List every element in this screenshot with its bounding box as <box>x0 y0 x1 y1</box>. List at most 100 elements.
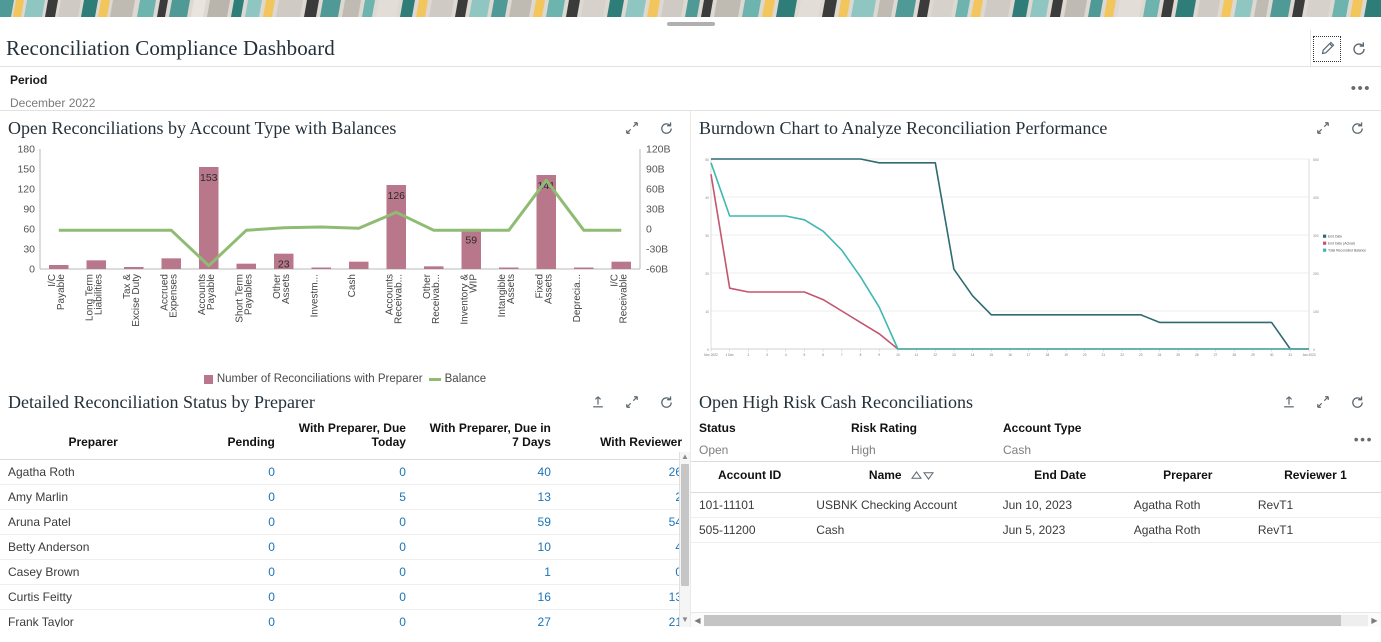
cell-preparer[interactable]: Agatha Roth <box>1125 492 1250 518</box>
preparer-table-header-row: Preparer Pending With Preparer, Due Toda… <box>0 415 690 460</box>
col-due-today[interactable]: With Preparer, Due Today <box>282 415 414 460</box>
expand-icon[interactable] <box>1307 387 1339 417</box>
col-reviewer-1[interactable]: Reviewer 1 <box>1249 462 1381 493</box>
cell-with-reviewer[interactable]: 54 <box>558 509 690 535</box>
pencil-icon[interactable] <box>1311 34 1343 64</box>
drag-handle-icon[interactable] <box>666 22 715 26</box>
cell-with-reviewer[interactable]: 2 <box>558 484 690 510</box>
refresh-icon[interactable] <box>1341 387 1373 417</box>
col-name[interactable]: Name <box>808 462 995 493</box>
scrollbar-track[interactable] <box>704 614 1368 626</box>
cell-due-7days[interactable]: 1 <box>413 559 559 585</box>
high-risk-horizontal-scrollbar[interactable]: ◀ ▶ <box>691 612 1381 627</box>
cell-preparer[interactable]: Agatha Roth <box>1125 517 1250 543</box>
svg-text:8: 8 <box>860 353 862 357</box>
filter-status[interactable]: Status Open <box>699 421 851 457</box>
filter-account-type[interactable]: Account Type Cash <box>1003 421 1155 457</box>
col-due-7days[interactable]: With Preparer, Due in 7 Days <box>413 415 559 460</box>
expand-icon[interactable] <box>616 113 648 143</box>
bar-chart-canvas[interactable]: 0 30 60 90 120 150 180 -60B -30B 0 30B 60B 90B 120B 15… <box>0 141 690 371</box>
table-row[interactable]: Betty Anderson00104 <box>0 534 690 560</box>
refresh-icon[interactable] <box>650 113 682 143</box>
cell-due-7days[interactable]: 59 <box>413 509 559 535</box>
cell-due-7days[interactable]: 13 <box>413 484 559 510</box>
scrollbar-thumb[interactable] <box>704 614 1342 626</box>
filter-value-risk-rating[interactable]: High <box>851 443 1003 457</box>
cell-with-reviewer[interactable]: 26 <box>558 459 690 485</box>
cell-due-7days[interactable]: 40 <box>413 459 559 485</box>
cell-due-7days[interactable]: 10 <box>413 534 559 560</box>
col-with-reviewer[interactable]: With Reviewer <box>558 415 690 460</box>
cell-reviewer-1[interactable]: RevT1 <box>1249 517 1381 543</box>
preparer-vertical-scrollbar[interactable]: ▲ ▼ <box>679 452 690 627</box>
ellipsis-icon[interactable]: ••• <box>1354 432 1373 446</box>
table-row[interactable]: Casey Brown0010 <box>0 559 690 585</box>
preparer-table-wrap: Preparer Pending With Preparer, Due Toda… <box>0 415 690 627</box>
cell-due-today[interactable]: 0 <box>282 509 414 535</box>
cell-due-today[interactable]: 0 <box>282 609 414 627</box>
refresh-icon[interactable] <box>1341 113 1373 143</box>
filter-value-status[interactable]: Open <box>699 443 851 457</box>
cell-pending[interactable]: 0 <box>186 509 283 535</box>
filter-risk-rating[interactable]: Risk Rating High <box>851 421 1003 457</box>
cell-preparer: Casey Brown <box>0 559 187 585</box>
period-value[interactable]: December 2022 <box>10 96 1371 110</box>
refresh-icon[interactable] <box>1343 34 1375 64</box>
scroll-right-arrow-icon[interactable]: ▶ <box>1368 616 1381 625</box>
burndown-chart-canvas[interactable]: 0 10 20 30 40 50 0 100 200 300 400 500 Nov 2022 1 Dec… <box>691 141 1381 371</box>
cell-due-today[interactable]: 5 <box>282 484 414 510</box>
ellipsis-icon[interactable]: ••• <box>1351 81 1371 96</box>
svg-text:Receivable: Receivable <box>618 274 629 324</box>
svg-text:WIP: WIP <box>468 274 479 293</box>
cell-with-reviewer[interactable]: 4 <box>558 534 690 560</box>
cell-due-today[interactable]: 0 <box>282 559 414 585</box>
cell-due-7days[interactable]: 27 <box>413 609 559 627</box>
cell-pending[interactable]: 0 <box>186 559 283 585</box>
table-row[interactable]: Frank Taylor 0 0 27 21 <box>0 609 690 627</box>
col-preparer[interactable]: Preparer <box>0 415 187 460</box>
cell-pending[interactable]: 0 <box>186 534 283 560</box>
filter-value-account-type[interactable]: Cash <box>1003 443 1155 457</box>
col-pending[interactable]: Pending <box>186 415 283 460</box>
cell-name[interactable]: USBNK Checking Account <box>808 492 995 518</box>
expand-icon[interactable] <box>1307 113 1339 143</box>
svg-text:Assets: Assets <box>281 274 292 304</box>
scroll-up-arrow-icon[interactable]: ▲ <box>680 452 690 462</box>
export-icon[interactable] <box>582 387 614 417</box>
cell-pending[interactable]: 0 <box>186 484 283 510</box>
cell-with-reviewer[interactable]: 13 <box>558 584 690 610</box>
cell-pending[interactable]: 0 <box>186 459 283 485</box>
table-row[interactable]: 505-11200 Cash Jun 5, 2023 Agatha Roth RevT1 <box>691 517 1381 543</box>
cell-due-today[interactable]: 0 <box>282 534 414 560</box>
scrollbar-thumb[interactable] <box>681 464 689 586</box>
table-row[interactable]: Curtis Feitty 0 0 16 13 <box>0 584 690 610</box>
cell-due-today[interactable]: 0 <box>282 459 414 485</box>
refresh-icon[interactable] <box>650 387 682 417</box>
cell-reviewer-1[interactable]: RevT1 <box>1249 492 1381 518</box>
cell-pending[interactable]: 0 <box>186 584 283 610</box>
cell-preparer: Betty Anderson <box>0 534 187 560</box>
cell-pending[interactable]: 0 <box>186 609 283 627</box>
panel-preparer-status: Detailed Reconciliation Status by Prepar… <box>0 385 690 627</box>
table-row[interactable]: 101-11101 USBNK Checking Account Jun 10, 2… <box>691 492 1381 518</box>
cell-with-reviewer[interactable]: 21 <box>558 609 690 627</box>
scroll-down-arrow-icon[interactable]: ▼ <box>680 615 690 625</box>
sort-controls[interactable] <box>910 471 934 481</box>
col-end-date[interactable]: End Date <box>994 462 1126 493</box>
cell-name[interactable]: Cash <box>808 517 995 543</box>
col-account-id[interactable]: Account ID <box>691 462 809 493</box>
cell-with-reviewer[interactable]: 0 <box>558 559 690 585</box>
expand-icon[interactable] <box>616 387 648 417</box>
table-row[interactable]: Aruna Patel 0 0 59 54 <box>0 509 690 535</box>
table-row[interactable]: Agatha Roth 0 0 40 26 <box>0 459 690 485</box>
period-filter-bar: Period December 2022 ••• <box>0 67 1381 111</box>
cell-due-7days[interactable]: 16 <box>413 584 559 610</box>
col-preparer-hr[interactable]: Preparer <box>1125 462 1250 493</box>
svg-text:0: 0 <box>646 224 652 236</box>
panel-drag-zone[interactable] <box>0 17 1381 30</box>
export-icon[interactable] <box>1273 387 1305 417</box>
table-row[interactable]: Amy Marlin05132 <box>0 484 690 510</box>
cell-due-today[interactable]: 0 <box>282 584 414 610</box>
scroll-left-arrow-icon[interactable]: ◀ <box>691 616 704 625</box>
cell-end-date: Jun 10, 2023 <box>994 492 1126 518</box>
